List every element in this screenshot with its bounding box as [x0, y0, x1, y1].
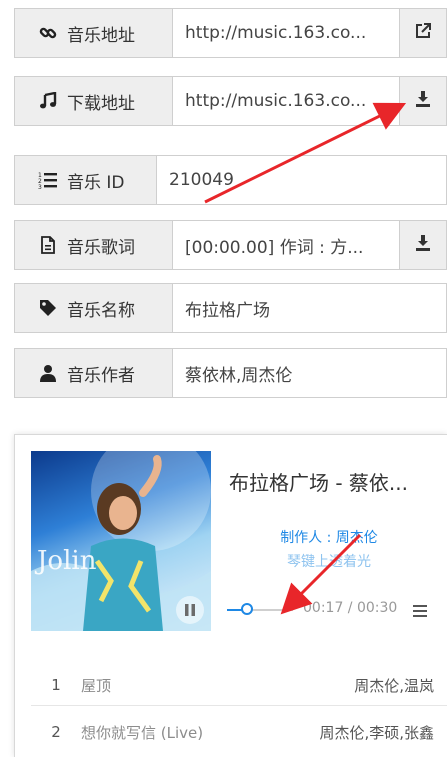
download-button[interactable]	[399, 77, 446, 125]
playlist-artist: 周杰伦,李硕,张鑫	[319, 723, 434, 742]
download-url-addon: 下载地址	[15, 77, 173, 125]
playlist-song-name: 屋顶	[81, 676, 112, 695]
music-name-addon: 音乐名称	[15, 284, 173, 332]
music-artist-value[interactable]: 蔡依林,周杰伦	[173, 349, 446, 397]
download-lyrics-button[interactable]	[399, 221, 446, 269]
lyrics-addon: 音乐歌词	[15, 221, 173, 269]
progress-bar[interactable]	[227, 603, 293, 615]
music-artist-row: 音乐作者 蔡依林,周杰伦	[14, 348, 447, 398]
playlist-index: 1	[51, 676, 61, 694]
music-url-label: 音乐地址	[67, 25, 135, 46]
playlist-index: 2	[51, 723, 61, 741]
music-name-row: 音乐名称 布拉格广场	[14, 283, 447, 333]
time-display: 00:17 / 00:30	[303, 600, 398, 616]
music-name-label: 音乐名称	[67, 300, 135, 321]
music-url-row: 音乐地址 http://music.163.co...	[14, 8, 447, 58]
list-ordered-icon: 123	[37, 170, 59, 190]
progress-knob[interactable]	[240, 603, 253, 615]
track-title: 布拉格广场 - 蔡依...	[229, 471, 409, 495]
download-icon	[414, 90, 432, 112]
external-link-icon	[414, 22, 432, 44]
download-icon	[414, 234, 432, 256]
playlist-item[interactable]: 2 想你就写信 (Live) 周杰伦,李硕,张鑫	[31, 712, 447, 752]
player-controls: 00:17 / 00:30	[227, 595, 437, 625]
svg-text:3: 3	[38, 184, 42, 189]
music-artist-label: 音乐作者	[67, 365, 135, 386]
playlist-artist: 周杰伦,温岚	[354, 676, 434, 695]
music-name-value[interactable]: 布拉格广场	[173, 284, 446, 332]
link-icon	[37, 23, 59, 43]
music-url-value[interactable]: http://music.163.co...	[173, 9, 399, 57]
music-artist-addon: 音乐作者	[15, 349, 173, 397]
music-id-value[interactable]: 210049	[157, 156, 446, 204]
open-url-button[interactable]	[399, 9, 446, 57]
tag-icon	[37, 298, 59, 318]
lyrics-value[interactable]: [00:00.00] 作词 : 方...	[173, 221, 399, 269]
menu-icon[interactable]	[413, 603, 429, 617]
user-icon	[37, 363, 59, 383]
svg-text:Jolin: Jolin	[34, 546, 97, 576]
download-url-label: 下载地址	[67, 93, 135, 114]
next-lyric: 琴键上透着光	[287, 554, 371, 570]
current-lyric: 制作人 : 周杰伦	[280, 530, 378, 546]
download-url-value[interactable]: http://music.163.co...	[173, 77, 399, 125]
pause-icon[interactable]	[176, 596, 204, 624]
music-player: Jolin 布拉格广场 - 蔡依... 制作人 : 周杰伦 琴键上透着光 00:…	[14, 434, 447, 757]
lyrics-row: 音乐歌词 [00:00.00] 作词 : 方...	[14, 220, 447, 270]
playlist-item[interactable]: 1 屋顶 周杰伦,温岚	[31, 665, 447, 706]
playlist-song-name: 想你就写信 (Live)	[81, 723, 204, 742]
download-url-row: 下载地址 http://music.163.co...	[14, 76, 447, 126]
music-url-addon: 音乐地址	[15, 9, 173, 57]
music-id-addon: 123 音乐 ID	[15, 156, 157, 204]
music-id-row: 123 音乐 ID 210049	[14, 155, 447, 205]
file-text-icon	[37, 235, 59, 255]
lyrics-label: 音乐歌词	[67, 237, 135, 258]
music-note-icon	[37, 91, 59, 111]
music-id-label: 音乐 ID	[67, 172, 125, 193]
